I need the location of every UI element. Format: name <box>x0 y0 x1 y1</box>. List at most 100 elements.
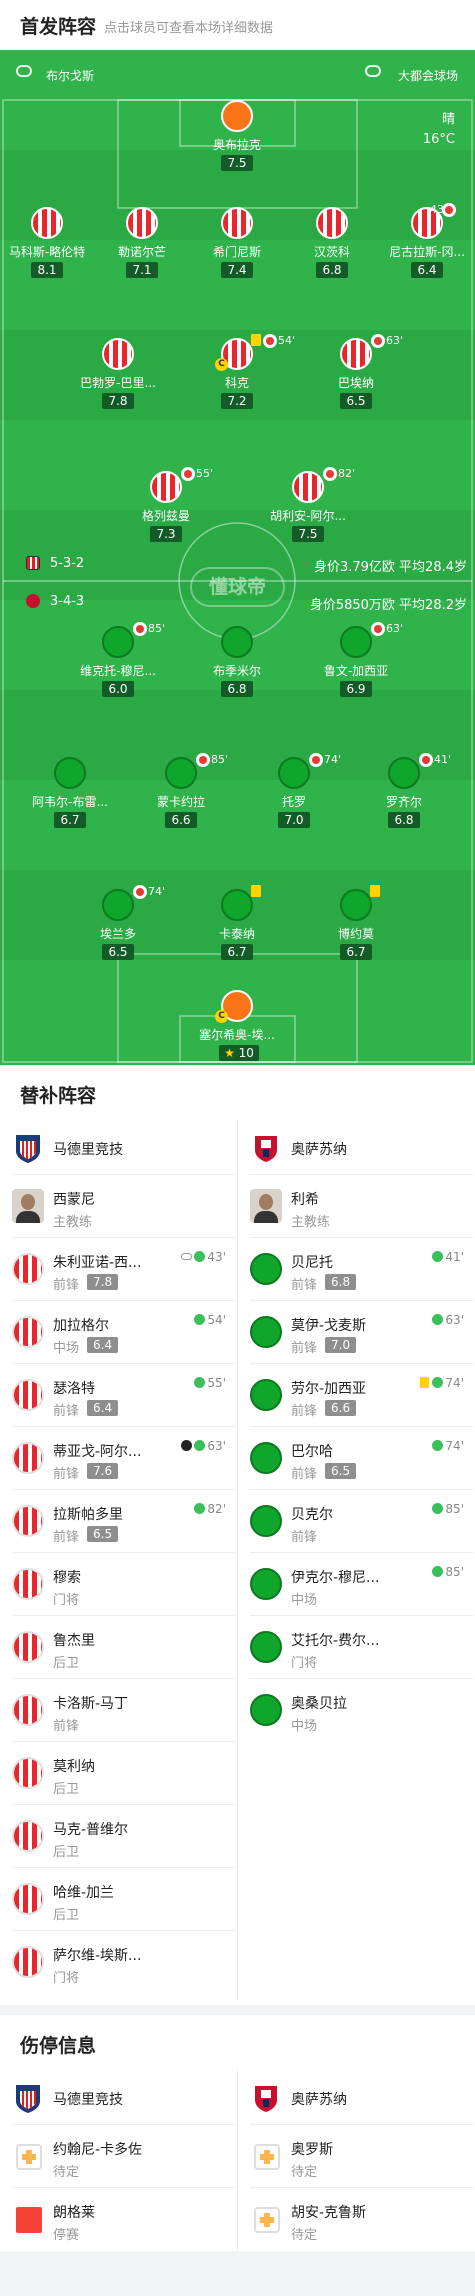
lineup-header: 首发阵容 点击球员可查看本场详细数据 <box>0 0 475 50</box>
player-position: 前锋 <box>53 1278 80 1293</box>
pitch-player[interactable]: 希门尼斯 7.4 <box>189 207 285 293</box>
sub-player-row[interactable]: 艾托尔-费尔... 门将 <box>238 1616 474 1679</box>
player-name: 伊克尔-穆尼... <box>291 1570 380 1586</box>
sub-off-icon <box>181 467 195 481</box>
coach-row[interactable]: 西蒙尼 主教练 <box>0 1175 236 1238</box>
pitch-player[interactable]: 巴勃罗-巴里... 7.8 <box>70 338 166 424</box>
sub-player-row[interactable]: 奥桑贝拉 中场 <box>238 1679 474 1742</box>
player-name: 马克-普维尔 <box>53 1822 129 1838</box>
sub-minute: 63' <box>386 622 404 635</box>
player-name: 卡洛斯-马丁 <box>53 1696 129 1712</box>
medical-kit-icon <box>254 2207 280 2233</box>
sub-event: 43' <box>181 1250 226 1264</box>
coach-row[interactable]: 利希 主教练 <box>238 1175 474 1238</box>
shirt-icon <box>250 1442 282 1474</box>
player-rating: 7.2 <box>221 393 253 409</box>
sub-player-row[interactable]: 蒂亚戈-阿尔... 前锋 7.6 63' <box>0 1427 236 1490</box>
sub-in-icon <box>194 1251 206 1262</box>
sub-player-row[interactable]: 马克-普维尔 后卫 <box>0 1805 236 1868</box>
player-name: 贝尼托 <box>291 1255 333 1271</box>
injury-row[interactable]: 胡安-克鲁斯 待定 <box>238 2188 474 2251</box>
player-name: 勒诺尔芒 <box>117 245 166 259</box>
player-rating: 6.7 <box>54 812 86 828</box>
player-name: 科克 <box>224 376 249 390</box>
sub-player-row[interactable]: 劳尔-加西亚 前锋 6.6 74' <box>238 1364 474 1427</box>
pitch-player[interactable]: 85' 维克托-穆尼... 6.0 <box>70 622 166 712</box>
player-name: 蒙卡约拉 <box>156 795 205 809</box>
pitch-player[interactable]: 布季米尔 6.8 <box>189 626 285 712</box>
pitch-player[interactable]: 82' 胡利安-阿尔... 7.5 <box>260 467 356 557</box>
pitch-player[interactable]: 马科斯-略伦特 8.1 <box>0 207 95 293</box>
pitch-player[interactable]: 41' 罗齐尔 6.8 <box>356 753 452 843</box>
sub-player-row[interactable]: 巴尔哈 前锋 6.5 74' <box>238 1427 474 1490</box>
sub-player-row[interactable]: 莫伊-戈麦斯 前锋 7.0 63' <box>238 1301 474 1364</box>
pitch-player[interactable]: 卡泰纳 6.7 <box>189 885 285 975</box>
sub-player-row[interactable]: 穆索 门将 <box>0 1553 236 1616</box>
team-header[interactable]: 奥萨苏纳 <box>238 1120 474 1175</box>
sub-minute: 74' <box>324 753 342 766</box>
pitch-player[interactable]: 博约莫 6.7 <box>308 885 404 975</box>
shirt-icon <box>340 626 372 658</box>
sub-player-row[interactable]: 贝尼托 前锋 6.8 41' <box>238 1238 474 1301</box>
substitutes-title: 替补阵容 <box>20 1085 97 1107</box>
sub-event: 54' <box>194 1313 226 1327</box>
sub-player-row[interactable]: 哈维-加兰 后卫 <box>0 1868 236 1931</box>
osasuna-formation: 3-4-3 <box>50 594 85 609</box>
sub-player-row[interactable]: 拉斯帕多里 前锋 6.5 82' <box>0 1490 236 1553</box>
injury-row[interactable]: 约翰尼-卡多佐 待定 <box>0 2125 236 2188</box>
shirt-icon <box>12 1820 44 1852</box>
sub-player-row[interactable]: 伊克尔-穆尼... 中场 85' <box>238 1553 474 1616</box>
shirt-icon <box>31 207 63 239</box>
sub-minute: 63' <box>386 334 404 347</box>
pitch-player[interactable]: 63' 鲁文-加西亚 6.9 <box>308 622 404 712</box>
shirt-icon <box>221 207 253 239</box>
injury-row[interactable]: 奥罗斯 待定 <box>238 2125 474 2188</box>
pitch-player[interactable]: 43' 尼古拉斯-冈... 6.4 <box>379 203 475 293</box>
sub-player-row[interactable]: 鲁杰里 后卫 <box>0 1616 236 1679</box>
player-name: 埃兰多 <box>99 927 136 941</box>
shirt-icon <box>12 1757 44 1789</box>
pitch-player[interactable]: 85' 蒙卡约拉 6.6 <box>133 753 229 843</box>
injuries-title: 伤停信息 <box>20 2035 97 2057</box>
sub-player-row[interactable]: 贝克尔 前锋 85' <box>238 1490 474 1553</box>
pitch-player[interactable]: 阿韦尔-布雷... 6.7 <box>22 757 118 843</box>
pitch-player[interactable]: 63' 巴埃纳 6.5 <box>308 334 404 424</box>
watermark-logo: 懂球帝 <box>190 567 285 607</box>
red-card-icon <box>16 2207 42 2233</box>
sub-in-icon <box>194 1377 206 1388</box>
sub-event: 41' <box>432 1250 464 1264</box>
shirt-icon <box>102 626 134 658</box>
sub-in-icon <box>432 1440 444 1451</box>
team-header[interactable]: 马德里竞技 <box>0 2070 236 2125</box>
player-name: 艾托尔-费尔... <box>291 1633 380 1649</box>
pitch-player[interactable]: 55' 格列兹曼 7.3 <box>118 467 214 557</box>
sub-player-row[interactable]: 瑟洛特 前锋 6.4 55' <box>0 1364 236 1427</box>
pitch-player[interactable]: C 塞尔希奥-埃... ★ 10 <box>189 990 285 1065</box>
player-position: 前锋 <box>291 1467 318 1482</box>
shirt-icon <box>12 1631 44 1663</box>
pitch-player[interactable]: 74' 托罗 7.0 <box>246 753 342 843</box>
pitch-player[interactable]: 汉茨科 6.8 <box>284 207 380 293</box>
sub-player-row[interactable]: 莫利纳 后卫 <box>0 1742 236 1805</box>
sub-minute: 41' <box>434 753 452 766</box>
pitch-player[interactable]: 74' 埃兰多 6.5 <box>70 885 166 975</box>
substitutes-section: 替补阵容 马德里竞技 西蒙尼 主教练 朱利亚诺-西... 前锋 7.8 43' … <box>0 1065 475 2005</box>
injury-row[interactable]: 朗格莱 停赛 <box>0 2188 236 2251</box>
pitch-player[interactable]: 勒诺尔芒 7.1 <box>94 207 190 293</box>
team-header[interactable]: 马德里竞技 <box>0 1120 236 1175</box>
player-rating: 6.7 <box>340 944 372 960</box>
sub-event: 74' <box>420 1376 464 1390</box>
team-header[interactable]: 奥萨苏纳 <box>238 2070 474 2125</box>
pitch-player[interactable]: 奥布拉克 7.5 <box>189 100 285 186</box>
home-team-label: 布尔戈斯 <box>46 69 95 83</box>
atletico-logo-icon <box>16 1135 40 1163</box>
sub-player-row[interactable]: 朱利亚诺-西... 前锋 7.8 43' <box>0 1238 236 1301</box>
pitch-player[interactable]: 54' C 科克 7.2 <box>189 334 295 424</box>
page-title: 首发阵容 <box>20 16 97 38</box>
team-name: 马德里竞技 <box>53 2092 123 2108</box>
shirt-icon <box>12 1442 44 1474</box>
sub-in-icon <box>194 1314 206 1325</box>
sub-player-row[interactable]: 萨尔维-埃斯... 门将 <box>0 1931 236 1994</box>
sub-player-row[interactable]: 加拉格尔 中场 6.4 54' <box>0 1301 236 1364</box>
sub-player-row[interactable]: 卡洛斯-马丁 前锋 <box>0 1679 236 1742</box>
